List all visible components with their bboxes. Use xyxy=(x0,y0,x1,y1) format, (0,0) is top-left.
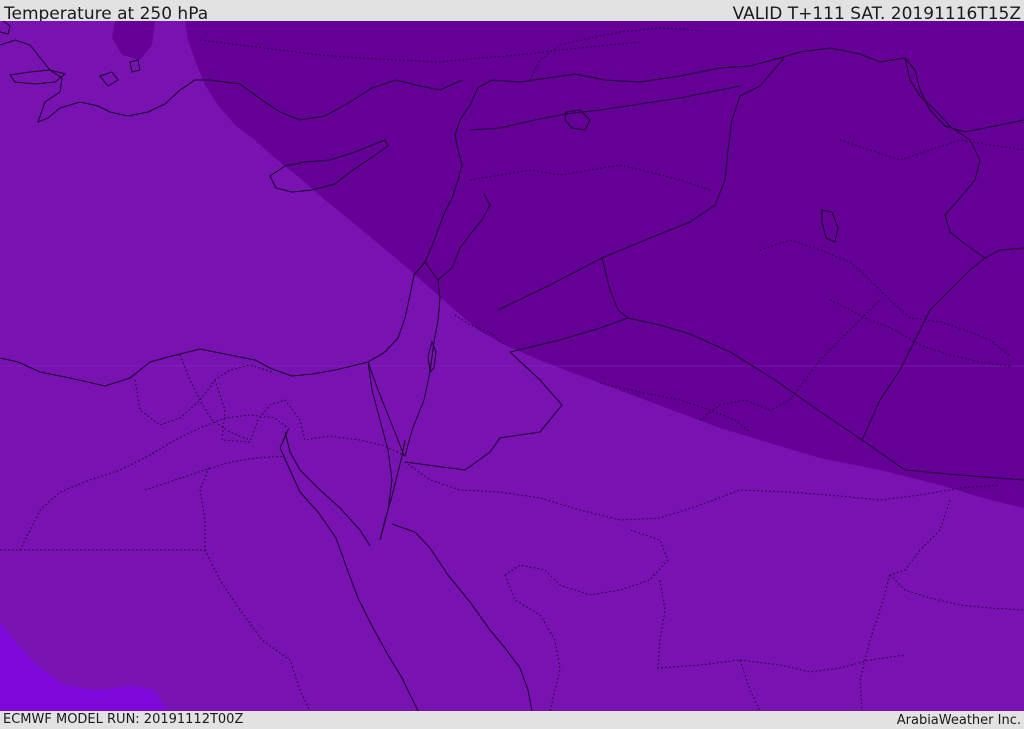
model-run: ECMWF MODEL RUN: 20191112T00Z xyxy=(3,712,244,727)
header-bar: Temperature at 250 hPa VALID T+111 SAT. … xyxy=(0,0,1024,24)
map-svg xyxy=(0,21,1024,711)
footer-bar: ECMWF MODEL RUN: 20191112T00Z ArabiaWeat… xyxy=(0,711,1024,729)
map-figure: Temperature at 250 hPa VALID T+111 SAT. … xyxy=(0,0,1024,729)
credit: ArabiaWeather Inc. xyxy=(896,713,1021,728)
map-canvas xyxy=(0,21,1024,711)
